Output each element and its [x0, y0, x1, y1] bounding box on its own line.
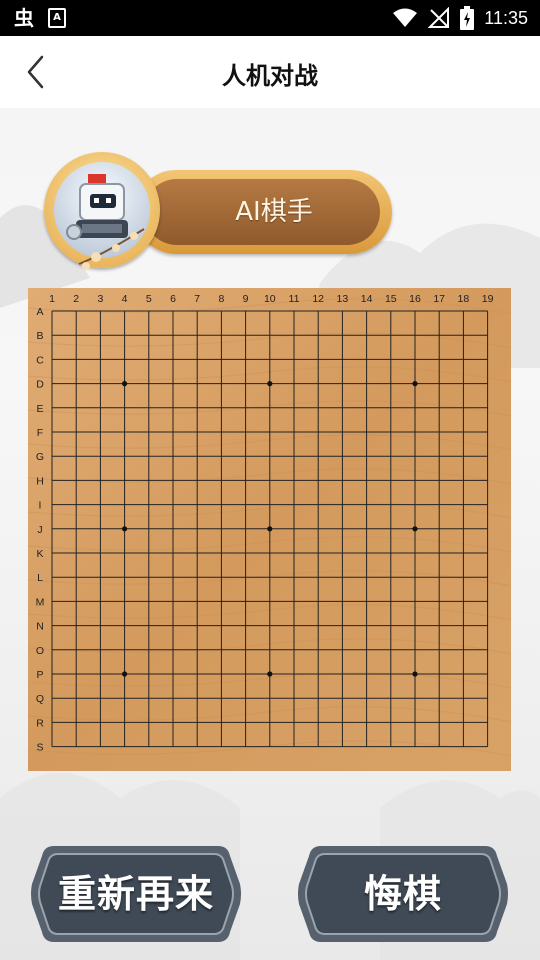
player-name: AI棋手 — [235, 197, 313, 227]
row-label: J — [37, 524, 42, 536]
column-label: 10 — [264, 293, 276, 305]
column-label: 19 — [482, 293, 494, 305]
row-label: P — [36, 669, 43, 681]
row-label: N — [36, 621, 44, 633]
row-label: R — [36, 717, 44, 729]
star-point — [122, 671, 128, 677]
undo-button[interactable]: 悔棋 — [295, 842, 511, 946]
column-label: 18 — [458, 293, 470, 305]
row-label: O — [36, 645, 44, 657]
row-label: E — [36, 403, 43, 415]
column-label: 7 — [194, 293, 200, 305]
row-label: M — [36, 596, 45, 608]
star-point — [267, 526, 273, 532]
restart-button[interactable]: 重新再来 — [28, 842, 244, 946]
column-label: 17 — [433, 293, 445, 305]
row-label: I — [39, 500, 42, 512]
go-board[interactable]: 1 2 3 4 5 6 7 8 9 10 11 12 13 14 15 16 17 18 19 ABCDEFGHIJ… — [28, 288, 511, 771]
undo-button-label: 悔棋 — [363, 871, 442, 916]
bug-app-icon: 虫 — [14, 6, 34, 30]
column-label: 12 — [312, 293, 324, 305]
plum-blossom-icon — [78, 228, 145, 270]
column-label: 8 — [218, 293, 224, 305]
row-label: C — [36, 354, 44, 366]
column-label: 15 — [385, 293, 397, 305]
column-label: 9 — [243, 293, 249, 305]
column-label: 4 — [122, 293, 128, 305]
star-point — [122, 381, 128, 387]
row-label: A — [36, 306, 43, 318]
row-label: B — [36, 330, 43, 342]
wifi-icon — [393, 8, 418, 27]
accessibility-a-icon: A — [48, 8, 66, 28]
row-label: G — [36, 451, 44, 463]
star-point — [412, 671, 418, 677]
row-label: S — [36, 742, 43, 754]
column-label: 13 — [337, 293, 349, 305]
star-point — [412, 381, 418, 387]
status-bar: 虫 A 11:35 — [0, 0, 540, 36]
column-label: 2 — [73, 293, 79, 305]
column-label: 6 — [170, 293, 176, 305]
row-label: L — [37, 572, 43, 584]
no-signal-icon — [428, 7, 450, 28]
row-label: Q — [36, 693, 44, 705]
battery-charging-icon — [460, 6, 475, 30]
column-label: 3 — [97, 293, 103, 305]
row-label: H — [36, 475, 44, 487]
page-title: 人机对战 — [222, 62, 318, 90]
ai-player-badge: AI棋手 — [44, 152, 392, 270]
star-point — [412, 526, 418, 532]
row-label: D — [36, 379, 44, 391]
row-label: F — [37, 427, 43, 439]
column-label: 16 — [409, 293, 421, 305]
row-label: K — [36, 548, 43, 560]
star-point — [122, 526, 128, 532]
app-bar: 人机对战 — [0, 36, 540, 108]
column-label: 1 — [49, 293, 55, 305]
column-label: 5 — [146, 293, 152, 305]
restart-button-label: 重新再来 — [57, 871, 214, 916]
column-label: 14 — [361, 293, 373, 305]
star-point — [267, 671, 273, 677]
column-label: 11 — [289, 293, 300, 305]
status-time: 11:35 — [484, 8, 528, 28]
star-point — [267, 381, 273, 387]
